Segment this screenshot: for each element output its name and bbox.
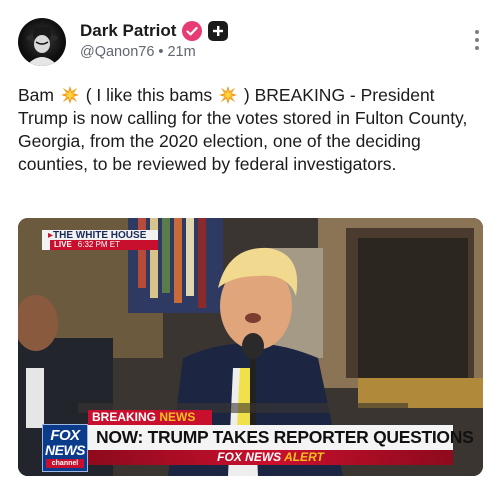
post-media-image[interactable]: ▸THE WHITE HOUSE LIVE 6:32 PM ET FOX NEWS… (18, 218, 483, 476)
more-vertical-icon-dot (475, 38, 479, 42)
plus-badge-icon (208, 21, 229, 41)
headline-bar: NOW: TRUMP TAKES REPORTER QUESTIONS (88, 425, 474, 450)
avatar[interactable] (18, 18, 66, 66)
more-options-button[interactable] (472, 30, 482, 54)
display-name[interactable]: Dark Patriot (80, 21, 176, 41)
name-row: Dark Patriot (80, 20, 229, 42)
verified-badge-icon (182, 21, 203, 41)
collision-emoji-icon (60, 86, 79, 104)
live-time: 6:32 PM ET (77, 240, 121, 249)
logo-news-text: NEWS (45, 442, 86, 458)
collision-emoji-icon (219, 86, 238, 104)
breaking-label: BREAKING (92, 410, 157, 424)
alert-word: ALERT (284, 450, 324, 464)
breaking-news-word: NEWS (159, 410, 196, 424)
post-header: Dark Patriot @Qanon76 • 21m (18, 16, 482, 66)
meta-separator: • (158, 44, 164, 60)
more-vertical-icon-dot (475, 30, 479, 34)
breaking-news-tab: BREAKING NEWS (88, 410, 212, 425)
logo-fox-text: FOX (50, 427, 80, 444)
post-text-part: ( I like this bams (85, 85, 213, 105)
news-lower-third: FOX NEWS channel BREAKING NEWS NOW: TRUM… (18, 408, 483, 476)
timestamp[interactable]: 21m (167, 44, 195, 60)
fox-news-logo: FOX NEWS channel (42, 424, 88, 472)
alert-prefix: FOX NEWS (217, 450, 282, 464)
live-label: LIVE (54, 240, 72, 249)
post-meta: @Qanon76 • 21m (80, 44, 196, 60)
post-text: Bam ( I like this bams ) BREAKING - Pres… (18, 84, 484, 176)
handle[interactable]: @Qanon76 (80, 44, 154, 60)
avatar-image (26, 27, 58, 66)
post-text-part: Bam (18, 85, 54, 105)
alert-bar: FOX NEWS ALERT (88, 450, 453, 465)
more-vertical-icon-dot (475, 46, 479, 50)
live-bar: LIVE 6:32 PM ET (50, 240, 158, 250)
logo-channel-text: channel (46, 459, 84, 468)
